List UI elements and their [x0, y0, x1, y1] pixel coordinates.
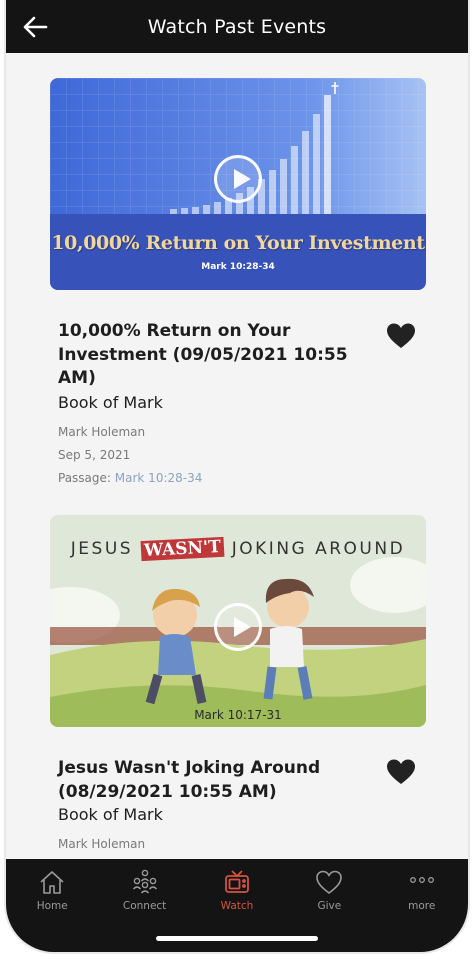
header-bar: Watch Past Events [6, 0, 468, 53]
app-screen: Watch Past Events 10,000% Return on Your… [6, 0, 468, 952]
more-dots-icon [409, 877, 434, 883]
thumbnail-heading-start: JESUS [70, 539, 141, 559]
thumbnail-heading: JESUS WASN'T JOKING AROUND [50, 536, 426, 562]
passage-link[interactable]: Mark 10:28-34 [115, 471, 203, 485]
people-icon [132, 869, 157, 894]
event-thumbnail[interactable]: JESUS WASN'T JOKING AROUND Mark 10:17-31 [50, 515, 426, 727]
favorite-heart-icon[interactable] [386, 758, 416, 786]
event-thumbnail[interactable]: 10,000% Return on Your Investment Mark 1… [50, 78, 426, 290]
home-indicator[interactable] [156, 936, 318, 941]
tab-label: more [408, 900, 436, 912]
event-date: Sep 5, 2021 [58, 448, 131, 462]
tab-more[interactable]: more [376, 859, 468, 952]
favorite-heart-icon[interactable] [386, 322, 416, 350]
play-button[interactable] [214, 603, 262, 651]
page-title: Watch Past Events [147, 15, 327, 38]
thumbnail-heading-emphasis: WASN'T [140, 536, 225, 562]
heart-outline-icon [316, 870, 343, 895]
tab-label: Watch [220, 900, 254, 912]
tab-label: Home [36, 900, 68, 912]
passage-label: Passage: [58, 471, 111, 485]
tab-home[interactable]: Home [6, 859, 98, 952]
home-icon [40, 871, 64, 894]
thumbnail-title: 10,000% Return on Your Investment [51, 232, 425, 254]
event-title[interactable]: Jesus Wasn't Joking Around (08/29/2021 1… [58, 757, 358, 804]
thumbnail-heading-end: JOKING AROUND [223, 539, 406, 559]
thumbnail-passage: Mark 10:17-31 [194, 708, 282, 722]
tab-label: Give [317, 900, 342, 912]
event-series: Book of Mark [58, 393, 163, 412]
back-arrow-icon[interactable] [20, 12, 50, 42]
thumbnail-passage: Mark 10:28-34 [201, 262, 275, 272]
event-series: Book of Mark [58, 805, 163, 824]
event-passage: Passage: Mark 10:28-34 [58, 471, 202, 485]
events-feed[interactable]: 10,000% Return on Your Investment Mark 1… [6, 53, 468, 859]
event-title[interactable]: 10,000% Return on Your Investment (09/05… [58, 320, 358, 391]
tv-icon [225, 870, 249, 893]
event-speaker: Mark Holeman [58, 425, 146, 439]
event-speaker: Mark Holeman [58, 837, 146, 851]
tab-label: Connect [122, 900, 167, 912]
play-button[interactable] [214, 155, 262, 203]
